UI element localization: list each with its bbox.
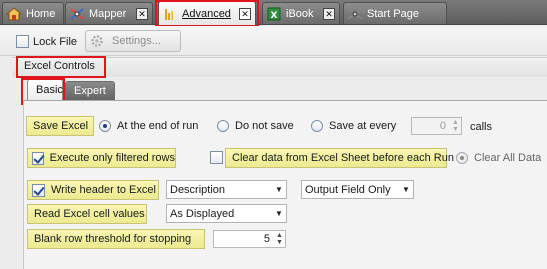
lock-file-label: Lock File <box>33 35 78 48</box>
lock-file-checkbox[interactable]: Lock File <box>16 35 77 48</box>
gear-icon <box>91 35 103 47</box>
save-excel-label-text: Save Excel <box>33 120 89 132</box>
radio-at-end-of-run-label: At the end of run <box>117 120 199 132</box>
tab-mapper-close-icon[interactable]: ✕ <box>136 7 148 20</box>
output-field-dropdown[interactable]: Output Field Only ▼ <box>301 180 414 199</box>
read-cell-values-value: As Displayed <box>170 207 235 220</box>
read-cell-values-label: Read Excel cell values <box>27 204 147 224</box>
radio-do-not-save[interactable]: Do not save <box>217 120 294 132</box>
tab-advanced[interactable]: Advanced ✕ <box>158 1 256 25</box>
tab-advanced-close-icon[interactable]: ✕ <box>239 7 251 20</box>
advanced-icon <box>165 8 173 20</box>
mapper-icon <box>70 7 84 20</box>
toolbar <box>0 26 547 56</box>
excel-book-icon: X <box>267 7 281 21</box>
clear-data-checkbox-box[interactable] <box>210 151 223 164</box>
lock-file-checkbox-box[interactable] <box>16 35 29 48</box>
save-every-stepper[interactable]: 0 ▲ ▼ <box>411 117 462 135</box>
tab-ibook-label: iBook <box>286 7 314 20</box>
tab-mapper-label: Mapper <box>89 7 127 20</box>
tab-advanced-label: Advanced <box>182 7 231 20</box>
stepper-arrows-icon[interactable]: ▲ ▼ <box>450 118 461 134</box>
save-every-value: 0 <box>439 120 446 132</box>
subtab-expert[interactable]: Expert <box>65 81 115 100</box>
save-excel-label: Save Excel <box>26 116 94 136</box>
tab-ibook[interactable]: X iBook ✕ <box>262 2 340 24</box>
chevron-down-icon[interactable]: ▼ <box>272 185 286 194</box>
chevron-down-icon[interactable]: ▼ <box>399 185 413 194</box>
svg-text:X: X <box>271 11 278 21</box>
radio-save-at-every-label: Save at every <box>329 120 397 132</box>
home-icon <box>6 6 22 20</box>
blank-row-threshold-label-text: Blank row threshold for stopping <box>34 233 192 245</box>
read-cell-values-label-text: Read Excel cell values <box>34 208 145 220</box>
clear-data-label: Clear data from Excel Sheet before each … <box>225 148 454 168</box>
tab-ibook-close-icon[interactable]: ✕ <box>323 7 335 20</box>
read-cell-values-dropdown[interactable]: As Displayed ▼ <box>166 204 287 223</box>
radio-save-at-every-dot[interactable] <box>311 120 323 132</box>
tab-mapper[interactable]: Mapper ✕ <box>65 2 153 24</box>
chevron-down-icon[interactable]: ▼ <box>272 209 286 218</box>
tab-home-label: Home <box>26 7 56 20</box>
tab-home[interactable]: Home <box>2 2 64 24</box>
write-header-row[interactable]: Write header to Excel <box>27 180 159 200</box>
execute-filtered-label: Execute only filtered rows <box>49 152 175 164</box>
tab-start-page-label: Start Page <box>367 7 419 20</box>
stepper-arrows-icon[interactable]: ▲ ▼ <box>274 231 285 247</box>
save-every-unit: calls <box>470 121 493 133</box>
blank-row-threshold-stepper[interactable]: 5 ▲ ▼ <box>213 230 286 248</box>
radio-at-end-of-run-dot[interactable] <box>99 120 111 132</box>
execute-filtered-row[interactable]: Execute only filtered rows <box>27 148 176 168</box>
excel-controls-title: Excel Controls <box>24 60 95 72</box>
radio-at-end-of-run[interactable]: At the end of run <box>99 120 198 132</box>
write-header-label: Write header to Excel <box>51 184 156 196</box>
radio-clear-all-data-label: Clear All Data <box>474 152 542 164</box>
execute-filtered-checkbox[interactable] <box>32 151 44 165</box>
subtab-basic-label: Basic <box>36 84 63 96</box>
output-field-value: Output Field Only <box>305 183 391 196</box>
tab-start-page[interactable]: Start Page <box>343 2 447 24</box>
radio-save-at-every[interactable]: Save at every <box>311 120 396 132</box>
settings-button-label: Settings... <box>112 35 161 47</box>
clear-data-checkbox[interactable] <box>210 151 223 164</box>
settings-button[interactable]: Settings... <box>85 30 181 52</box>
radio-do-not-save-label: Do not save <box>235 120 294 132</box>
write-header-checkbox[interactable] <box>32 183 45 197</box>
subtab-expert-label: Expert <box>74 85 106 97</box>
subtab-basic[interactable]: Basic <box>27 79 63 100</box>
clear-data-label-text: Clear data from Excel Sheet before each … <box>232 152 454 164</box>
radio-clear-all-data-dot[interactable] <box>456 152 468 164</box>
blank-row-threshold-value: 5 <box>263 233 270 245</box>
radio-clear-all-data[interactable]: Clear All Data <box>456 152 541 164</box>
blank-row-threshold-label: Blank row threshold for stopping <box>27 229 205 249</box>
document-tab-strip: Home Mapper ✕ Advanced ✕ X iBook ✕ Start… <box>0 0 547 25</box>
radio-do-not-save-dot[interactable] <box>217 120 229 132</box>
header-source-dropdown[interactable]: Description ▼ <box>166 180 287 199</box>
start-page-icon <box>347 7 363 20</box>
header-source-value: Description <box>170 183 226 196</box>
